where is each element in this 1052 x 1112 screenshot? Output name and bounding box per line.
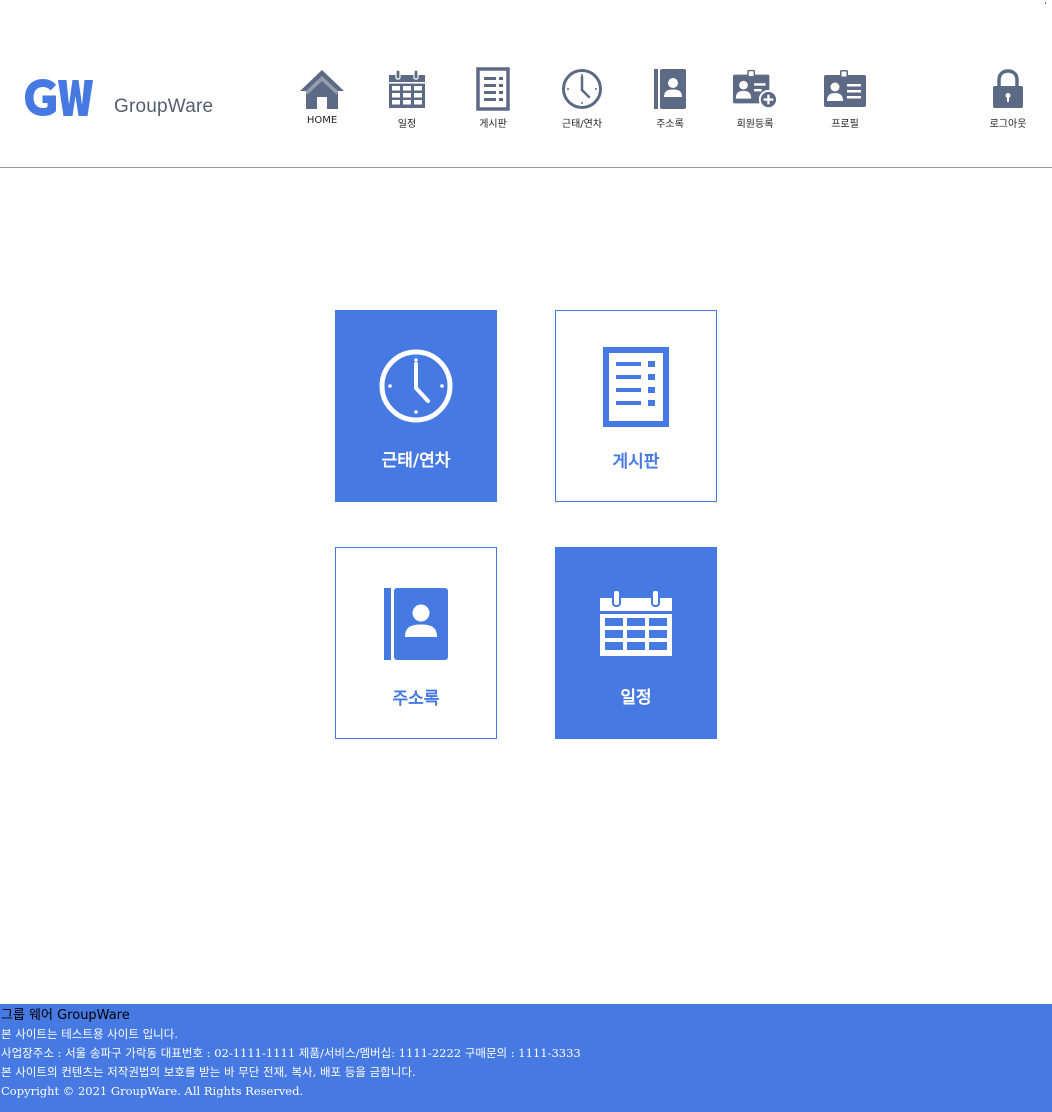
site-footer: 그룹 웨어 GroupWare 본 사이트는 테스트용 사이트 입니다. 사업장… — [0, 1004, 1052, 1112]
profile-card-icon — [824, 70, 866, 107]
nav-schedule[interactable]: 일정 — [370, 66, 444, 130]
tile-board-label: 게시판 — [612, 452, 660, 472]
tile-attendance[interactable]: 근태/연차 — [335, 310, 497, 502]
calendar-icon — [600, 589, 672, 656]
calendar-icon — [389, 69, 425, 108]
nav-attendance[interactable]: 근태/연차 — [545, 66, 619, 130]
footer-title: 그룹 웨어 GroupWare — [1, 1008, 130, 1023]
nav-profile-label: 프로필 — [831, 119, 859, 130]
nav-register-member[interactable]: 회원등록 — [718, 66, 792, 130]
logo-text: GroupWare — [114, 96, 214, 117]
address-book-icon — [384, 588, 448, 660]
footer-copyright-notice: 본 사이트의 컨텐츠는 저작권법의 보호를 받는 바 무단 전재, 복사, 배포… — [1, 1065, 416, 1079]
board-list-icon — [476, 67, 510, 111]
tile-address-book[interactable]: 주소록 — [335, 547, 497, 739]
nav-address-book-label: 주소록 — [656, 119, 684, 130]
board-list-icon — [603, 347, 669, 427]
footer-contact: 사업장주소 : 서울 송파구 가락동 대표번호 : 02-1111-1111 제… — [1, 1046, 581, 1060]
nav-address-book[interactable]: 주소록 — [633, 66, 707, 130]
nav-attendance-label: 근태/연차 — [561, 119, 603, 130]
address-book-icon — [654, 69, 686, 109]
logout-label: 로그아웃 — [989, 119, 1027, 130]
nav-board-label: 게시판 — [479, 119, 507, 130]
nav-register-member-label: 회원등록 — [736, 119, 774, 130]
nav-home-label: HOME — [306, 115, 338, 126]
logo-link[interactable]: GroupWare — [24, 76, 213, 120]
logout-button[interactable]: 로그아웃 — [971, 66, 1045, 130]
add-member-icon — [732, 69, 778, 110]
tile-attendance-label: 근태/연차 — [381, 451, 451, 471]
clock-icon — [379, 349, 453, 423]
gw-logo-icon — [25, 79, 93, 116]
clock-icon — [562, 69, 602, 109]
footer-copyright: Copyright © 2021 GroupWare. All Rights R… — [1, 1084, 304, 1098]
top-header: GroupWare HOME 일정 게시판 근태/연차 주소록 회원등록 프로필… — [0, 0, 1052, 168]
tile-schedule-label: 일정 — [620, 688, 652, 708]
home-icon — [300, 70, 344, 109]
nav-profile[interactable]: 프로필 — [808, 66, 882, 130]
tile-schedule[interactable]: 일정 — [555, 547, 717, 739]
lock-icon — [993, 69, 1023, 108]
nav-board[interactable]: 게시판 — [456, 66, 530, 130]
nav-schedule-label: 일정 — [397, 119, 417, 130]
header-divider — [0, 167, 1052, 168]
nav-home[interactable]: HOME — [285, 66, 359, 126]
footer-notice: 본 사이트는 테스트용 사이트 입니다. — [1, 1027, 178, 1041]
tile-address-book-label: 주소록 — [392, 689, 440, 709]
tile-board[interactable]: 게시판 — [555, 310, 717, 502]
